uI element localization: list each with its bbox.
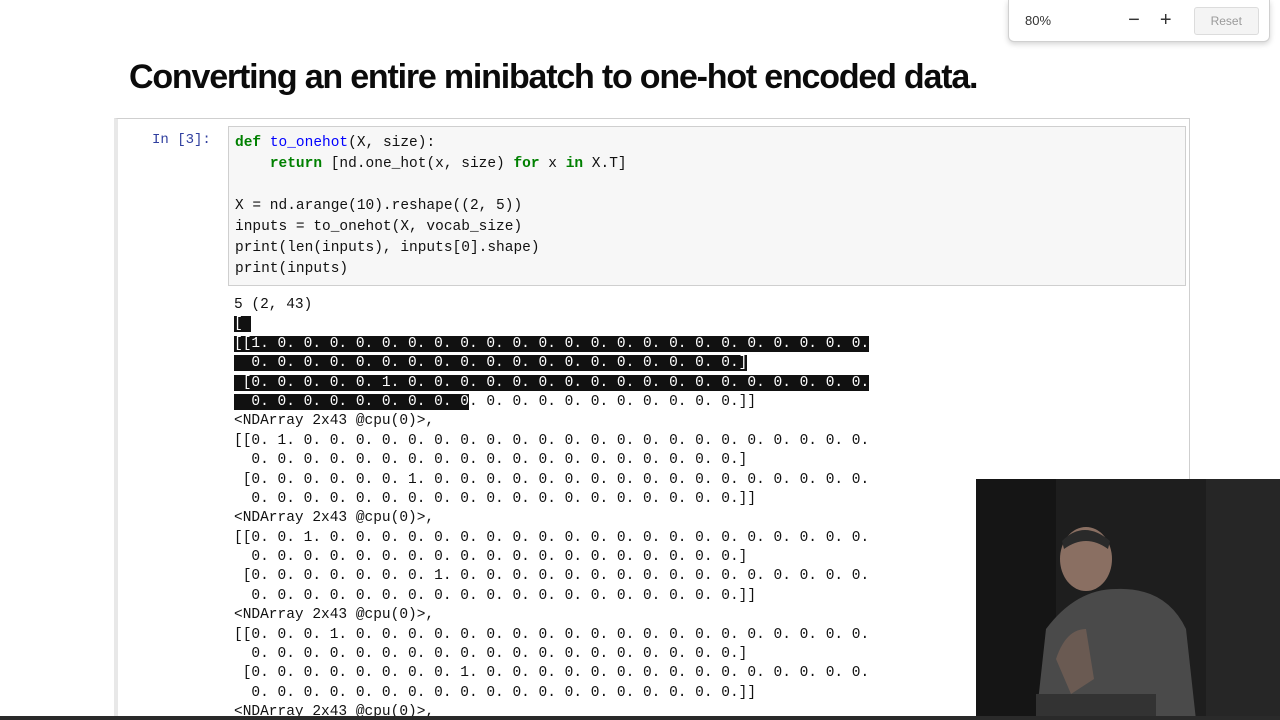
- webcam-overlay: [976, 479, 1280, 720]
- zoom-out-button[interactable]: −: [1120, 7, 1148, 35]
- output-line: 0. 0. 0. 0. 0. 0. 0. 0. 0. 0. 0. 0. 0. 0…: [234, 549, 748, 566]
- bottom-divider: [0, 716, 1280, 720]
- output-line: 0. 0. 0. 0. 0. 0. 0. 0. 0. 0. 0. 0. 0. 0…: [234, 646, 748, 663]
- output-line: 5 (2, 43): [234, 297, 313, 313]
- output-line-selected: [0. 0. 0. 0. 0. 1. 0. 0. 0. 0. 0. 0. 0. …: [234, 374, 870, 393]
- ndarray-repr-line: <NDArray 2x43 @cpu(0)>,: [234, 510, 435, 527]
- selected-text: [: [234, 316, 243, 333]
- zoom-in-button[interactable]: +: [1152, 7, 1180, 35]
- selected-text: [0. 0. 0. 0. 0. 1. 0. 0. 0. 0. 0. 0. 0. …: [234, 374, 870, 391]
- output-line-selected: [: [234, 315, 869, 334]
- output-line: 0. 0. 0. 0. 0. 0. 0. 0. 0. 0. 0. 0. 0. 0…: [234, 490, 757, 507]
- cell-prompt: In [3]:: [152, 132, 211, 148]
- code-line-4: X = nd.arange(10).reshape((2, 5)): [235, 198, 523, 214]
- ndarray-repr-line: <NDArray 2x43 @cpu(0)>,: [234, 413, 435, 430]
- output-line: [[0. 0. 0. 1. 0. 0. 0. 0. 0. 0. 0. 0. 0.…: [234, 626, 870, 643]
- output-line-selected: [[1. 0. 0. 0. 0. 0. 0. 0. 0. 0. 0. 0. 0.…: [234, 335, 870, 354]
- code-line-6: print(len(inputs), inputs[0].shape): [235, 240, 540, 256]
- output-line: [[0. 0. 1. 0. 0. 0. 0. 0. 0. 0. 0. 0. 0.…: [234, 529, 870, 546]
- output-line: [0. 0. 0. 0. 0. 0. 1. 0. 0. 0. 0. 0. 0. …: [234, 471, 870, 488]
- selected-text: 0. 0. 0. 0. 0. 0. 0. 0. 0: [234, 393, 469, 410]
- cell-output: 5 (2, 43) [ [[1. 0. 0. 0. 0. 0. 0. 0. 0.…: [234, 296, 870, 720]
- output-line: [0. 0. 0. 0. 0. 0. 0. 0. 1. 0. 0. 0. 0. …: [234, 665, 870, 682]
- output-line: [[0. 1. 0. 0. 0. 0. 0. 0. 0. 0. 0. 0. 0.…: [234, 432, 870, 449]
- selected-text: 0. 0. 0. 0. 0. 0. 0. 0. 0. 0. 0. 0. 0. 0…: [234, 355, 748, 372]
- output-line-selected: 0. 0. 0. 0. 0. 0. 0. 0. 0. 0. 0. 0. 0. 0…: [234, 393, 869, 412]
- webcam-presenter-icon: [976, 479, 1280, 720]
- output-line: [0. 0. 0. 0. 0. 0. 0. 1. 0. 0. 0. 0. 0. …: [234, 568, 870, 585]
- output-line: 0. 0. 0. 0. 0. 0. 0. 0. 0. 0. 0. 0. 0. 0…: [234, 452, 748, 469]
- output-line: 0. 0. 0. 0. 0. 0. 0. 0. 0. 0. 0. 0. 0. 0…: [234, 684, 757, 701]
- ndarray-repr-line: <NDArray 2x43 @cpu(0)>,: [234, 607, 435, 624]
- zoom-popup: 80% − + Reset: [1008, 0, 1270, 42]
- page-title: Converting an entire minibatch to one-ho…: [129, 58, 978, 96]
- code-line-1: def to_onehot(X, size):: [235, 135, 436, 151]
- code-line-5: inputs = to_onehot(X, vocab_size): [235, 219, 523, 235]
- zoom-reset-button[interactable]: Reset: [1193, 6, 1259, 35]
- code-line-7: print(inputs): [235, 261, 349, 277]
- code-editor[interactable]: def to_onehot(X, size): return [nd.one_h…: [228, 126, 1186, 286]
- code-line-2: return [nd.one_hot(x, size) for x in X.T…: [269, 156, 627, 172]
- output-line-selected: 0. 0. 0. 0. 0. 0. 0. 0. 0. 0. 0. 0. 0. 0…: [234, 354, 869, 373]
- output-rest: <NDArray 2x43 @cpu(0)>, [[0. 1. 0. 0. 0. …: [234, 412, 869, 720]
- selected-text: [[1. 0. 0. 0. 0. 0. 0. 0. 0. 0. 0. 0. 0.…: [234, 335, 870, 352]
- unselected-text: . 0. 0. 0. 0. 0. 0. 0. 0. 0. 0.]]: [468, 393, 757, 410]
- zoom-level: 80%: [1025, 13, 1052, 28]
- output-line: 0. 0. 0. 0. 0. 0. 0. 0. 0. 0. 0. 0. 0. 0…: [234, 587, 757, 604]
